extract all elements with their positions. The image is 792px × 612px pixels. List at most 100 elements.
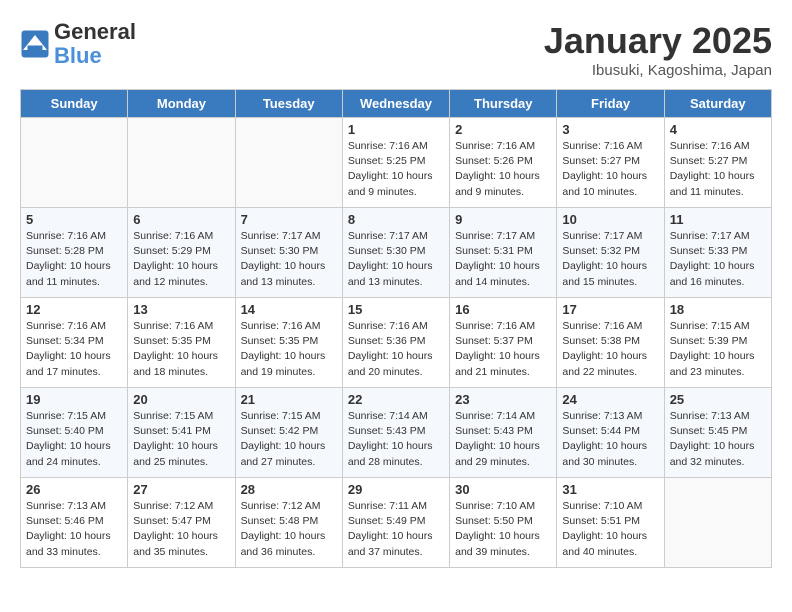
calendar-day-cell: 16 Sunrise: 7:16 AM Sunset: 5:37 PM Dayli… — [450, 298, 557, 388]
calendar-day-cell: 13 Sunrise: 7:16 AM Sunset: 5:35 PM Dayli… — [128, 298, 235, 388]
page-header: General Blue January 2025 Ibusuki, Kagos… — [20, 20, 772, 79]
calendar-week-row: 26Sunrise: 7:13 AM Sunset: 5:46 PM Dayli… — [21, 478, 772, 568]
day-number: 4 — [670, 122, 766, 137]
calendar-day-cell: 6 Sunrise: 7:16 AM Sunset: 5:29 PM Daylig… — [128, 208, 235, 298]
calendar-day-cell: 7 Sunrise: 7:17 AM Sunset: 5:30 PM Daylig… — [235, 208, 342, 298]
calendar-day-cell: 26Sunrise: 7:13 AM Sunset: 5:46 PM Dayli… — [21, 478, 128, 568]
calendar-day-cell: 27Sunrise: 7:12 AM Sunset: 5:47 PM Dayli… — [128, 478, 235, 568]
day-number: 6 — [133, 212, 229, 227]
day-number: 11 — [670, 212, 766, 227]
calendar-day-cell: 24 Sunrise: 7:13 AM Sunset: 5:44 PM Dayli… — [557, 388, 664, 478]
calendar-day-cell: 25Sunrise: 7:13 AM Sunset: 5:45 PM Dayli… — [664, 388, 771, 478]
day-info: Sunrise: 7:16 AM Sunset: 5:37 PM Dayligh… — [455, 319, 551, 380]
calendar-day-cell: 17 Sunrise: 7:16 AM Sunset: 5:38 PM Dayli… — [557, 298, 664, 388]
day-number: 16 — [455, 302, 551, 317]
calendar-day-cell: 31Sunrise: 7:10 AM Sunset: 5:51 PM Dayli… — [557, 478, 664, 568]
day-info: Sunrise: 7:16 AM Sunset: 5:34 PM Dayligh… — [26, 319, 122, 380]
calendar-day-cell: 8 Sunrise: 7:17 AM Sunset: 5:30 PM Daylig… — [342, 208, 449, 298]
day-info: Sunrise: 7:16 AM Sunset: 5:26 PM Dayligh… — [455, 139, 551, 200]
logo-icon — [20, 29, 50, 59]
day-info: Sunrise: 7:10 AM Sunset: 5:50 PM Dayligh… — [455, 499, 551, 560]
day-number: 25 — [670, 392, 766, 407]
weekday-header-cell: Monday — [128, 90, 235, 118]
day-number: 14 — [241, 302, 337, 317]
day-info: Sunrise: 7:17 AM Sunset: 5:30 PM Dayligh… — [241, 229, 337, 290]
calendar-day-cell: 14 Sunrise: 7:16 AM Sunset: 5:35 PM Dayli… — [235, 298, 342, 388]
day-number: 9 — [455, 212, 551, 227]
day-info: Sunrise: 7:15 AM Sunset: 5:41 PM Dayligh… — [133, 409, 229, 470]
logo-line1: General — [54, 20, 136, 44]
day-number: 7 — [241, 212, 337, 227]
day-info: Sunrise: 7:17 AM Sunset: 5:31 PM Dayligh… — [455, 229, 551, 290]
day-info: Sunrise: 7:13 AM Sunset: 5:44 PM Dayligh… — [562, 409, 658, 470]
day-number: 18 — [670, 302, 766, 317]
day-info: Sunrise: 7:16 AM Sunset: 5:35 PM Dayligh… — [241, 319, 337, 380]
day-number: 30 — [455, 482, 551, 497]
calendar-day-cell: 1 Sunrise: 7:16 AM Sunset: 5:25 PM Daylig… — [342, 118, 449, 208]
calendar-day-cell: 20 Sunrise: 7:15 AM Sunset: 5:41 PM Dayli… — [128, 388, 235, 478]
day-info: Sunrise: 7:12 AM Sunset: 5:48 PM Dayligh… — [241, 499, 337, 560]
day-number: 12 — [26, 302, 122, 317]
calendar-day-cell: 19Sunrise: 7:15 AM Sunset: 5:40 PM Dayli… — [21, 388, 128, 478]
calendar-week-row: 1 Sunrise: 7:16 AM Sunset: 5:25 PM Daylig… — [21, 118, 772, 208]
day-info: Sunrise: 7:15 AM Sunset: 5:39 PM Dayligh… — [670, 319, 766, 380]
day-number: 21 — [241, 392, 337, 407]
day-info: Sunrise: 7:14 AM Sunset: 5:43 PM Dayligh… — [348, 409, 444, 470]
calendar-table: SundayMondayTuesdayWednesdayThursdayFrid… — [20, 89, 772, 568]
day-info: Sunrise: 7:16 AM Sunset: 5:25 PM Dayligh… — [348, 139, 444, 200]
day-number: 13 — [133, 302, 229, 317]
day-info: Sunrise: 7:17 AM Sunset: 5:33 PM Dayligh… — [670, 229, 766, 290]
calendar-day-cell: 10 Sunrise: 7:17 AM Sunset: 5:32 PM Dayli… — [557, 208, 664, 298]
day-info: Sunrise: 7:14 AM Sunset: 5:43 PM Dayligh… — [455, 409, 551, 470]
day-number: 10 — [562, 212, 658, 227]
day-number: 5 — [26, 212, 122, 227]
day-number: 24 — [562, 392, 658, 407]
day-info: Sunrise: 7:17 AM Sunset: 5:30 PM Dayligh… — [348, 229, 444, 290]
day-info: Sunrise: 7:13 AM Sunset: 5:46 PM Dayligh… — [26, 499, 122, 560]
calendar-week-row: 5Sunrise: 7:16 AM Sunset: 5:28 PM Daylig… — [21, 208, 772, 298]
calendar-day-cell: 28 Sunrise: 7:12 AM Sunset: 5:48 PM Dayli… — [235, 478, 342, 568]
day-number: 29 — [348, 482, 444, 497]
day-number: 20 — [133, 392, 229, 407]
day-info: Sunrise: 7:16 AM Sunset: 5:27 PM Dayligh… — [670, 139, 766, 200]
day-info: Sunrise: 7:16 AM Sunset: 5:29 PM Dayligh… — [133, 229, 229, 290]
day-info: Sunrise: 7:16 AM Sunset: 5:35 PM Dayligh… — [133, 319, 229, 380]
day-info: Sunrise: 7:17 AM Sunset: 5:32 PM Dayligh… — [562, 229, 658, 290]
day-number: 17 — [562, 302, 658, 317]
weekday-header-cell: Thursday — [450, 90, 557, 118]
day-info: Sunrise: 7:11 AM Sunset: 5:49 PM Dayligh… — [348, 499, 444, 560]
weekday-header-cell: Sunday — [21, 90, 128, 118]
day-number: 23 — [455, 392, 551, 407]
calendar-day-cell: 11 Sunrise: 7:17 AM Sunset: 5:33 PM Dayli… — [664, 208, 771, 298]
day-number: 15 — [348, 302, 444, 317]
day-info: Sunrise: 7:12 AM Sunset: 5:47 PM Dayligh… — [133, 499, 229, 560]
weekday-header-cell: Friday — [557, 90, 664, 118]
calendar-day-cell: 2Sunrise: 7:16 AM Sunset: 5:26 PM Daylig… — [450, 118, 557, 208]
calendar-day-cell: 12 Sunrise: 7:16 AM Sunset: 5:34 PM Dayli… — [21, 298, 128, 388]
day-info: Sunrise: 7:10 AM Sunset: 5:51 PM Dayligh… — [562, 499, 658, 560]
weekday-header-cell: Wednesday — [342, 90, 449, 118]
day-number: 28 — [241, 482, 337, 497]
day-number: 8 — [348, 212, 444, 227]
calendar-day-cell: 15 Sunrise: 7:16 AM Sunset: 5:36 PM Dayli… — [342, 298, 449, 388]
weekday-header-cell: Tuesday — [235, 90, 342, 118]
day-info: Sunrise: 7:15 AM Sunset: 5:40 PM Dayligh… — [26, 409, 122, 470]
day-info: Sunrise: 7:15 AM Sunset: 5:42 PM Dayligh… — [241, 409, 337, 470]
calendar-day-cell: 29 Sunrise: 7:11 AM Sunset: 5:49 PM Dayli… — [342, 478, 449, 568]
day-info: Sunrise: 7:16 AM Sunset: 5:38 PM Dayligh… — [562, 319, 658, 380]
calendar-day-cell: 22Sunrise: 7:14 AM Sunset: 5:43 PM Dayli… — [342, 388, 449, 478]
calendar-day-cell — [128, 118, 235, 208]
calendar-day-cell: 9 Sunrise: 7:17 AM Sunset: 5:31 PM Daylig… — [450, 208, 557, 298]
calendar-day-cell: 5Sunrise: 7:16 AM Sunset: 5:28 PM Daylig… — [21, 208, 128, 298]
weekday-header-cell: Saturday — [664, 90, 771, 118]
calendar-day-cell: 23 Sunrise: 7:14 AM Sunset: 5:43 PM Dayli… — [450, 388, 557, 478]
calendar-day-cell: 18 Sunrise: 7:15 AM Sunset: 5:39 PM Dayli… — [664, 298, 771, 388]
day-info: Sunrise: 7:16 AM Sunset: 5:36 PM Dayligh… — [348, 319, 444, 380]
calendar-week-row: 19Sunrise: 7:15 AM Sunset: 5:40 PM Dayli… — [21, 388, 772, 478]
calendar-day-cell — [235, 118, 342, 208]
logo-line2: Blue — [54, 44, 136, 68]
calendar-day-cell: 21 Sunrise: 7:15 AM Sunset: 5:42 PM Dayli… — [235, 388, 342, 478]
title-block: January 2025 Ibusuki, Kagoshima, Japan — [544, 20, 772, 79]
day-number: 1 — [348, 122, 444, 137]
calendar-body: 1 Sunrise: 7:16 AM Sunset: 5:25 PM Daylig… — [21, 118, 772, 568]
